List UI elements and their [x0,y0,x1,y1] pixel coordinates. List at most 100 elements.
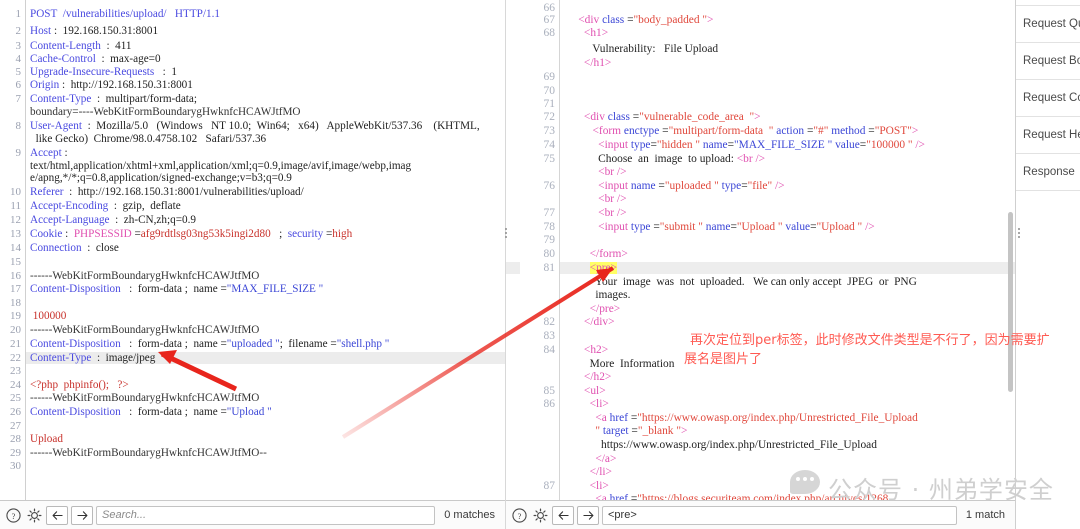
code-line[interactable]: Accept-Encoding : gzip, deflate [0,200,505,212]
code-line[interactable]: Vulnerability: File Upload [506,43,1015,55]
line-number: 68 [543,27,556,39]
tab-response-headers[interactable]: Response [1016,154,1080,191]
gear-icon[interactable] [25,506,43,524]
response-vertical-scrollbar[interactable] [1008,212,1013,392]
code-line[interactable]: More Information [506,358,1015,370]
code-line[interactable] [0,297,505,309]
code-line[interactable]: Connection : close [0,242,505,254]
code-line[interactable] [0,460,505,472]
tabstrip-filler [1016,191,1080,529]
code-line[interactable]: <li> [506,480,1015,492]
response-pane: 66 67 68 69 70 71 72 73 74 75 76 77 78 79 80 81 82 83 84 85… [505,0,1015,529]
code-line[interactable]: Choose an image to upload: <br /> [506,153,1015,165]
tab-request-headers[interactable]: Request He [1016,117,1080,154]
code-line[interactable]: like Gecko) Chrome/98.0.4758.102 Safari/… [0,133,505,145]
code-line[interactable]: Origin : http://192.168.150.31:8001 [0,79,505,91]
code-line[interactable]: User-Agent : Mozilla/5.0 (Windows NT 10.… [0,120,505,132]
code-line[interactable]: </h2> [506,371,1015,383]
tab-request-cookies[interactable]: Request Co [1016,80,1080,117]
code-line[interactable]: <input name ="uploaded " type="file" /> [506,180,1015,192]
code-line[interactable]: <div class ="body_padded "> [506,14,1015,26]
question-mark-icon[interactable]: ? [4,506,22,524]
code-line[interactable]: <a href ="https://blogs.securiteam.com/i… [506,493,1015,500]
code-line[interactable]: text/html,application/xhtml+xml,applicat… [0,160,505,172]
code-line[interactable] [506,85,1015,97]
response-code-editor[interactable]: 66 67 68 69 70 71 72 73 74 75 76 77 78 79 80 81 82 83 84 85… [506,0,1015,500]
code-line[interactable]: ------WebKitFormBoundarygHwknfcHCAWJtfMO [0,392,505,404]
code-line[interactable]: <input type ="submit " name="Upload " va… [506,221,1015,233]
code-line[interactable] [506,98,1015,110]
response-search-input[interactable] [602,505,957,525]
code-line[interactable]: Referer : http://192.168.150.31:8001/vul… [0,186,505,198]
tab-request-body-parameters[interactable]: Request Bo [1016,43,1080,80]
line-number: 86 [543,398,556,410]
line-number: 18 [10,297,21,309]
code-line[interactable]: <h2> [506,344,1015,356]
code-line[interactable]: </pre> [506,303,1015,315]
line-number: 75 [543,153,556,165]
code-line[interactable]: Content-Disposition : form-data ; name =… [0,406,505,418]
pane-splitter-handle[interactable] [503,228,509,238]
search-next-button[interactable] [71,505,93,525]
code-line[interactable]: <br /> [506,166,1015,178]
code-line[interactable]: Upgrade-Insecure-Requests : 1 [0,66,505,78]
code-line[interactable]: ------WebKitFormBoundarygHwknfcHCAWJtfMO… [0,447,505,459]
code-line[interactable]: <input type="hidden " name="MAX_FILE_SIZ… [506,139,1015,151]
code-line[interactable]: </li> [506,466,1015,478]
code-line[interactable]: </form> [506,248,1015,260]
code-line[interactable]: ------WebKitFormBoundarygHwknfcHCAWJtfMO [0,324,505,336]
code-line[interactable]: " target ="_blank "> [506,425,1015,437]
code-line[interactable]: ------WebKitFormBoundarygHwknfcHCAWJtfMO [0,270,505,282]
code-line[interactable]: e/apng,*/*;q=0.8,application/signed-exch… [0,172,505,184]
code-line[interactable]: <ul> [506,385,1015,397]
code-line[interactable]: Cookie : PHPSESSID =afg9rdtlsg03ng53k5in… [0,228,505,240]
code-line[interactable]: Your image was not uploaded. We can only… [506,276,1015,288]
code-line[interactable]: https://www.owasp.org/index.php/Unrestri… [506,439,1015,451]
code-line[interactable]: Accept : [0,147,505,159]
code-line[interactable]: Content-Type : image/jpeg [0,352,505,364]
code-line[interactable]: POST /vulnerabilities/upload/ HTTP/1.1 [0,8,505,20]
search-next-button[interactable] [577,505,599,525]
code-line[interactable]: <br /> [506,193,1015,205]
code-line[interactable]: 100000 [0,310,505,322]
gear-icon[interactable] [531,506,549,524]
search-prev-button[interactable] [46,505,68,525]
code-line[interactable] [506,330,1015,342]
response-line-gutter: 66 67 68 69 70 71 72 73 74 75 76 77 78 79 80 81 82 83 84 85… [520,0,560,500]
code-line[interactable]: boundary=----WebKitFormBoundarygHwknfcHC… [0,106,505,118]
code-line[interactable] [0,365,505,377]
code-line[interactable]: <h1> [506,27,1015,39]
code-line[interactable]: </a> [506,453,1015,465]
line-number: 80 [543,248,556,260]
question-mark-icon[interactable]: ? [510,506,528,524]
search-prev-button[interactable] [552,505,574,525]
code-line[interactable]: Content-Length : 411 [0,40,505,52]
code-line[interactable]: </h1> [506,57,1015,69]
code-line[interactable]: Host : 192.168.150.31:8001 [0,25,505,37]
code-line[interactable] [506,2,1015,14]
code-line[interactable] [0,420,505,432]
code-line[interactable] [506,234,1015,246]
tab-request-query-parameters[interactable]: Request Qu [1016,6,1080,43]
code-line[interactable] [506,71,1015,83]
code-line[interactable]: </div> [506,316,1015,328]
code-line[interactable]: images. [506,289,1015,301]
code-line[interactable]: <pre> [506,262,1015,274]
code-line[interactable]: Content-Type : multipart/form-data; [0,93,505,105]
code-line[interactable]: <div class ="vulnerable_code_area "> [506,111,1015,123]
code-line[interactable]: Content-Disposition : form-data ; name =… [0,338,505,350]
code-line[interactable]: <br /> [506,207,1015,219]
code-line[interactable]: Content-Disposition : form-data ; name =… [0,283,505,295]
code-line[interactable]: Cache-Control : max-age=0 [0,53,505,65]
code-line[interactable]: <a href ="https://www.owasp.org/index.ph… [506,412,1015,424]
code-token: "_blank " [637,425,681,437]
code-line[interactable]: Accept-Language : zh-CN,zh;q=0.9 [0,214,505,226]
code-line[interactable]: <li> [506,398,1015,410]
inspector-splitter-handle[interactable] [1016,228,1022,238]
code-line[interactable]: <form enctype ="multipart/form-data " ac… [506,125,1015,137]
code-line[interactable]: <?php phpinfo(); ?> [0,379,505,391]
code-line[interactable] [0,256,505,268]
request-code-editor[interactable]: 1 2 3 4 5 6 7 8 9 10 11 12 13 14 15 16 17 18 19 20 21 22 23 24 2… [0,0,505,500]
code-line[interactable]: Upload [0,433,505,445]
request-search-input[interactable] [96,505,436,525]
